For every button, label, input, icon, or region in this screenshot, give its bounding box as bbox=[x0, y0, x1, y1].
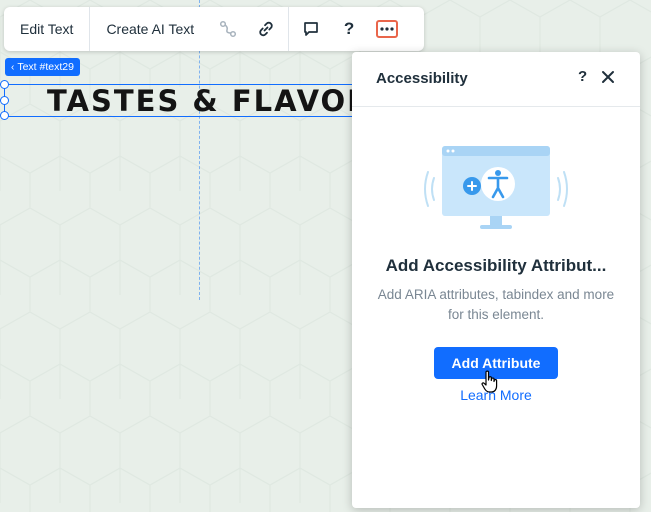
element-breadcrumb-tag[interactable]: ‹ Text #text29 bbox=[5, 58, 80, 76]
panel-help-button[interactable]: ? bbox=[578, 68, 587, 85]
panel-title: Accessibility bbox=[376, 70, 468, 87]
empty-state-description: Add ARIA attributes, tabindex and more f… bbox=[377, 287, 615, 322]
hand-pointer-cursor-icon bbox=[481, 370, 498, 393]
comment-icon bbox=[304, 22, 318, 36]
edit-text-button[interactable]: Edit Text bbox=[4, 7, 89, 51]
resize-handle-left[interactable] bbox=[0, 96, 9, 105]
resize-handle-bottom-left[interactable] bbox=[0, 111, 9, 120]
chevron-left-icon: ‹ bbox=[11, 61, 15, 73]
close-icon bbox=[602, 71, 614, 83]
more-icon bbox=[376, 20, 399, 38]
link-button[interactable] bbox=[250, 7, 282, 51]
more-actions-button[interactable] bbox=[371, 7, 403, 51]
animation-path-icon bbox=[220, 20, 237, 38]
toolbar-divider bbox=[288, 7, 290, 51]
element-tag-label: Text #text29 bbox=[17, 61, 74, 73]
animation-path-button[interactable] bbox=[212, 7, 244, 51]
resize-handle-top-left[interactable] bbox=[0, 80, 9, 89]
help-icon: ? bbox=[343, 19, 355, 38]
help-button[interactable]: ? bbox=[333, 7, 365, 51]
floating-toolbar: Edit Text Create AI Text ? bbox=[4, 7, 424, 51]
text-element-content: TASTES & FLAVORS bbox=[47, 84, 395, 118]
link-icon bbox=[259, 21, 273, 37]
accessibility-panel: Accessibility ? Add Accessibility Attrib… bbox=[352, 52, 640, 508]
panel-close-button[interactable] bbox=[601, 70, 615, 89]
accessibility-monitor-illustration bbox=[424, 146, 568, 229]
comment-button[interactable] bbox=[295, 7, 327, 51]
create-ai-text-button[interactable]: Create AI Text bbox=[90, 7, 210, 51]
selected-text-element[interactable]: TASTES & FLAVORS bbox=[0, 80, 392, 120]
panel-header: Accessibility ? bbox=[352, 52, 640, 107]
empty-state-heading: Add Accessibility Attribut... bbox=[385, 256, 607, 275]
